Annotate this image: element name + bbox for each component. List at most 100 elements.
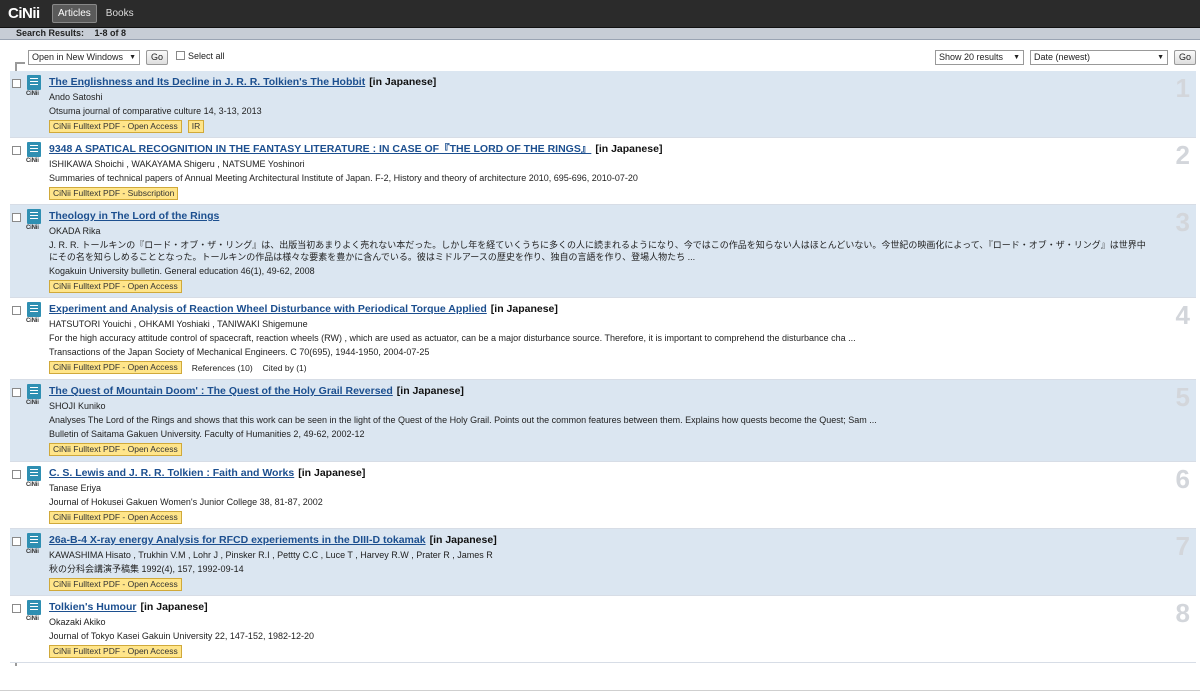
result-title-link[interactable]: 9348 A SPATICAL RECOGNITION IN THE FANTA… [49,143,591,155]
result-title-link[interactable]: Experiment and Analysis of Reaction Whee… [49,303,487,315]
result-index: 8 [1175,598,1190,628]
references-link[interactable]: References (10) [192,363,253,373]
result-item: CiNii 5 The Quest of Mountain Doom' : Th… [10,380,1196,462]
go-button[interactable]: Go [146,50,169,65]
show-results-select-value: Show 20 results [939,52,1004,62]
result-source: Journal of Tokyo Kasei Gakuin University… [49,631,314,641]
result-item: CiNii 2 9348 A SPATICAL RECOGNITION IN T… [10,138,1196,205]
chevron-down-icon: ▼ [1013,54,1020,61]
fulltext-badge[interactable]: CiNii Fulltext PDF - Open Access [49,511,182,524]
fulltext-badge[interactable]: CiNii Fulltext PDF - Open Access [49,280,182,293]
fulltext-badge[interactable]: CiNii Fulltext PDF - Open Access [49,645,182,658]
result-title-link[interactable]: Tolkien's Humour [49,601,136,613]
search-results-range: 1-8 of 8 [94,28,127,38]
search-results-summary: Search Results: 1-8 of 8 [0,28,1200,40]
result-index: 7 [1175,531,1190,561]
chevron-down-icon: ▼ [1157,54,1164,61]
result-title-link[interactable]: The Quest of Mountain Doom' : The Quest … [49,385,393,397]
result-title-link[interactable]: Theology in The Lord of the Rings [49,210,219,222]
result-item: CiNii 3 Theology in The Lord of the Ring… [10,205,1196,298]
result-language: [in Japanese] [490,303,558,315]
fulltext-badge[interactable]: CiNii Fulltext PDF - Subscription [49,187,179,200]
fulltext-badge[interactable]: CiNii Fulltext PDF - Open Access [49,578,182,591]
result-badges: CiNii Fulltext PDF - Open Access [49,442,1196,457]
result-authors: HATSUTORI Youichi , OHKAMI Yoshiaki , TA… [49,319,308,329]
tab-articles[interactable]: Articles [52,4,97,23]
result-item: CiNii 8 Tolkien's Humour [in Japanese] Ok… [10,596,1196,663]
show-results-select[interactable]: Show 20 results ▼ [935,50,1024,65]
cinii-tag-icon: CiNii [26,482,39,488]
result-title-row: The Englishness and Its Decline in J. R.… [49,75,1196,90]
open-in-select[interactable]: Open in New Windows ▼ [28,50,140,65]
sort-select[interactable]: Date (newest) ▼ [1030,50,1168,65]
result-item: CiNii 1 The Englishness and Its Decline … [10,71,1196,138]
select-all-label: Select all [188,51,225,61]
result-abstract: J. R. R. トールキンの『ロード・オブ・ザ・リング』は、出版当初あまりよく… [49,240,1146,262]
document-icon [27,302,41,317]
result-item: CiNii 6 C. S. Lewis and J. R. R. Tolkien… [10,462,1196,529]
go-button-sort[interactable]: Go [1174,50,1197,65]
document-icon [27,466,41,481]
result-source: Kogakuin University bulletin. General ed… [49,266,315,276]
fulltext-badge[interactable]: CiNii Fulltext PDF - Open Access [49,361,182,374]
result-item: CiNii 4 Experiment and Analysis of React… [10,298,1196,380]
result-abstract: Analyses The Lord of the Rings and shows… [49,415,877,425]
cited-by-link[interactable]: Cited by (1) [263,363,307,373]
result-authors: Okazaki Akiko [49,617,106,627]
document-icon [27,533,41,548]
result-checkbox[interactable] [12,537,21,546]
result-title-row: Experiment and Analysis of Reaction Whee… [49,302,1196,317]
result-source: Transactions of the Japan Society of Mec… [49,347,430,357]
result-index: 1 [1175,73,1190,103]
result-checkbox[interactable] [12,79,21,88]
cinii-tag-icon: CiNii [26,400,39,406]
result-badges: CiNii Fulltext PDF - Open Access [49,577,1196,592]
result-index: 3 [1175,207,1190,237]
fulltext-badge[interactable]: CiNii Fulltext PDF - Open Access [49,120,182,133]
tab-books[interactable]: Books [101,5,139,22]
result-badges: CiNii Fulltext PDF - Subscription [49,186,1196,201]
result-authors: OKADA Rika [49,226,101,236]
result-title-link[interactable]: The Englishness and Its Decline in J. R.… [49,76,365,88]
result-title-row: Theology in The Lord of the Rings [49,209,1196,224]
cinii-logo[interactable]: CiNii [8,5,52,22]
result-authors: SHOJI Kuniko [49,401,106,411]
result-index: 4 [1175,300,1190,330]
cinii-tag-icon: CiNii [26,225,39,231]
result-title-row: Tolkien's Humour [in Japanese] [49,600,1196,615]
result-language: [in Japanese] [369,76,437,88]
result-authors: Ando Satoshi [49,92,103,102]
result-source: Bulletin of Saitama Gakuen University. F… [49,429,365,439]
results-list: CiNii 1 The Englishness and Its Decline … [10,71,1196,663]
result-checkbox[interactable] [12,470,21,479]
top-nav-bar: CiNii Articles Books [0,0,1200,28]
result-checkbox[interactable] [12,306,21,315]
result-authors: KAWASHIMA Hisato , Trukhin V.M , Lohr J … [49,550,493,560]
result-title-link[interactable]: 26a-B-4 X-ray energy Analysis for RFCD e… [49,534,426,546]
result-checkbox[interactable] [12,604,21,613]
chevron-down-icon: ▼ [129,54,136,61]
cinii-tag-icon: CiNii [26,549,39,555]
result-index: 5 [1175,382,1190,412]
cinii-tag-icon: CiNii [26,318,39,324]
ir-badge[interactable]: IR [187,120,205,133]
fulltext-badge[interactable]: CiNii Fulltext PDF - Open Access [49,443,182,456]
result-badges: CiNii Fulltext PDF - Open Access IR [49,119,1196,134]
sort-select-value: Date (newest) [1034,52,1091,62]
document-icon [27,142,41,157]
select-all-checkbox[interactable] [176,51,185,60]
result-badges: CiNii Fulltext PDF - Open Access [49,279,1196,294]
result-title-row: 9348 A SPATICAL RECOGNITION IN THE FANTA… [49,142,1196,157]
result-checkbox[interactable] [12,213,21,222]
result-source: Otsuma journal of comparative culture 14… [49,106,262,116]
page-bottom-divider [0,690,1200,691]
result-checkbox[interactable] [12,146,21,155]
result-source: Summaries of technical papers of Annual … [49,173,638,183]
result-title-link[interactable]: C. S. Lewis and J. R. R. Tolkien : Faith… [49,467,294,479]
result-checkbox[interactable] [12,388,21,397]
result-index: 6 [1175,464,1190,494]
result-language: [in Japanese] [140,601,208,613]
result-source: Journal of Hokusei Gakuen Women's Junior… [49,497,323,507]
result-title-row: The Quest of Mountain Doom' : The Quest … [49,384,1196,399]
results-controls: Open in New Windows ▼ Go Select all Show… [0,49,1200,67]
